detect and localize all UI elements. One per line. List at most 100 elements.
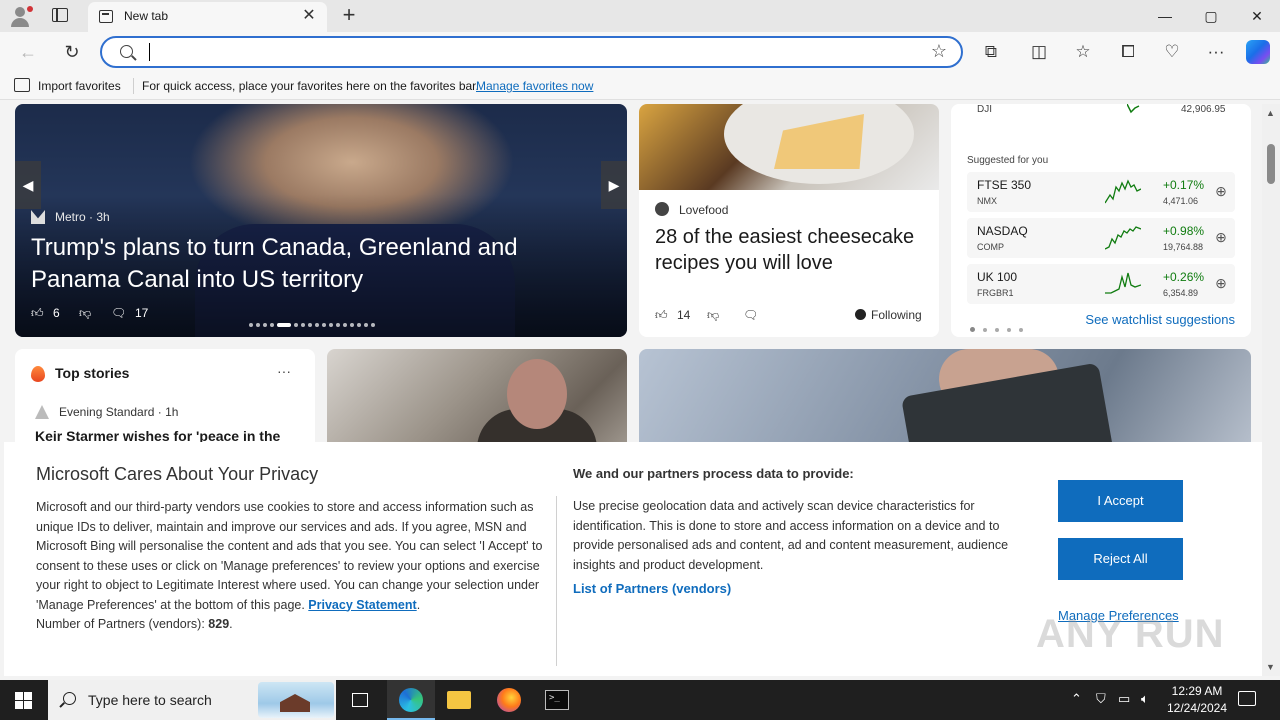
tab-actions-icon[interactable] — [52, 8, 68, 22]
show-hidden-icons-icon[interactable]: ⌃ — [1071, 691, 1082, 707]
search-highlight-image[interactable] — [258, 682, 334, 718]
cheesecake-image — [639, 104, 939, 190]
dislike-icon[interactable]: 👎︎ — [79, 306, 91, 321]
favorites-bar-message: For quick access, place your favorites h… — [142, 79, 479, 93]
like-count: 14 — [677, 308, 691, 322]
manage-favorites-link[interactable]: Manage favorites now — [476, 79, 593, 93]
watchlist-card: DJI 42,906.95 Suggested for you FTSE 350… — [951, 104, 1251, 337]
import-favorites-button[interactable]: Import favorites — [38, 79, 121, 93]
tab-title: New tab — [124, 9, 169, 23]
minimize-button[interactable]: — — [1142, 0, 1188, 32]
copilot-icon[interactable] — [1246, 40, 1270, 64]
story-source: Evening Standard · 1h — [59, 405, 179, 419]
taskbar-search-box[interactable]: Type here to search — [48, 680, 336, 720]
carousel-next-button[interactable]: ▶ — [601, 161, 627, 209]
divider — [556, 496, 557, 666]
taskbar-clock[interactable]: 12:29 AM 12/24/2024 — [1162, 683, 1232, 717]
scroll-up-icon[interactable]: ▲ — [1266, 108, 1275, 118]
like-count: 6 — [53, 306, 60, 320]
stock-row[interactable]: UK 100 FRGBR1 +0.26% 6,354.89 ⊕ — [967, 264, 1235, 304]
hero-headline[interactable]: Trump's plans to turn Canada, Greenland … — [31, 232, 591, 296]
new-tab-button[interactable]: + — [338, 3, 360, 27]
data-processing-title: We and our partners process data to prov… — [573, 466, 854, 481]
close-tab-icon[interactable]: ✕ — [299, 6, 319, 26]
list-of-partners-link[interactable]: List of Partners (vendors) — [573, 581, 731, 596]
hero-source: Metro · 3h — [55, 210, 110, 224]
scroll-thumb[interactable] — [1267, 144, 1275, 184]
carousel-indicator[interactable] — [249, 316, 409, 327]
volume-icon[interactable]: 🔈︎ — [1141, 691, 1149, 707]
lovefood-logo-icon — [655, 202, 669, 216]
suggested-label: Suggested for you — [967, 155, 1049, 166]
evening-standard-logo-icon — [35, 405, 49, 419]
task-view-button[interactable] — [336, 680, 384, 720]
add-to-watchlist-icon[interactable]: ⊕ — [1212, 228, 1230, 246]
comment-count: 17 — [135, 306, 149, 320]
refresh-icon[interactable]: ↻ — [58, 38, 86, 66]
folder-icon — [447, 691, 471, 709]
taskbar-edge[interactable] — [387, 680, 435, 720]
data-processing-description: Use precise geolocation data and activel… — [573, 499, 1009, 572]
add-to-watchlist-icon[interactable]: ⊕ — [1212, 274, 1230, 292]
split-screen-icon[interactable]: ◫ — [1024, 38, 1054, 66]
reject-all-button[interactable]: Reject All — [1058, 538, 1183, 580]
search-icon — [63, 692, 76, 705]
security-icon[interactable]: ⛉ — [1096, 691, 1106, 707]
extensions-icon[interactable]: ⧉ — [976, 38, 1006, 66]
comment-icon[interactable]: 🗨︎ — [111, 306, 126, 320]
profile-icon[interactable] — [8, 4, 33, 28]
stock-row[interactable]: FTSE 350 NMX +0.17% 4,471.06 ⊕ — [967, 172, 1235, 212]
watchlist-suggestions-link[interactable]: See watchlist suggestions — [1085, 312, 1235, 327]
clock-date: 12/24/2024 — [1166, 701, 1228, 715]
more-options-icon[interactable]: ··· — [277, 363, 291, 379]
flame-icon — [31, 366, 45, 382]
windows-taskbar: Type here to search ⌃ ⛉ ▭ 🔈︎ 12:29 AM 12… — [0, 680, 1280, 720]
food-source: Lovefood — [679, 203, 729, 217]
taskbar-terminal[interactable] — [533, 680, 581, 720]
browser-essentials-icon[interactable]: ♡ — [1157, 38, 1187, 66]
stock-sparkline — [1105, 179, 1141, 204]
add-to-watchlist-icon[interactable]: ⊕ — [1212, 182, 1230, 200]
taskbar-file-explorer[interactable] — [435, 680, 483, 720]
address-bar[interactable]: ☆ — [100, 36, 963, 68]
comment-icon[interactable]: 🗨︎ — [743, 308, 758, 322]
cheesecake-news-card[interactable]: Lovefood 28 of the easiest cheesecake re… — [639, 104, 939, 337]
close-window-button[interactable]: ✕ — [1234, 0, 1280, 32]
address-input[interactable] — [148, 42, 908, 62]
accept-button[interactable]: I Accept — [1058, 480, 1183, 522]
collections-icon[interactable]: ⧠ — [1113, 38, 1143, 66]
dislike-icon[interactable]: 👎︎ — [707, 308, 719, 323]
more-icon[interactable]: ··· — [1201, 38, 1231, 66]
tab-new-tab[interactable]: New tab ✕ — [88, 2, 327, 32]
task-view-icon — [352, 693, 368, 707]
network-icon[interactable]: ▭ — [1118, 691, 1130, 707]
page-scrollbar[interactable]: ▲ ▼ — [1262, 104, 1280, 676]
like-icon[interactable]: 👍︎ — [655, 308, 668, 323]
stock-row[interactable]: NASDAQ COMP +0.98% 19,764.88 ⊕ — [967, 218, 1235, 258]
food-headline[interactable]: 28 of the easiest cheesecake recipes you… — [655, 224, 930, 276]
partners-count: 829 — [208, 617, 230, 631]
watchlist-pager[interactable] — [970, 319, 1031, 337]
back-icon[interactable]: ← — [14, 38, 42, 66]
dji-sparkline — [1127, 104, 1140, 114]
favorites-icon[interactable]: ☆ — [1068, 38, 1098, 66]
dji-value: 42,906.95 — [1181, 104, 1226, 115]
privacy-statement-link[interactable]: Privacy Statement — [308, 598, 416, 612]
check-icon — [855, 309, 866, 320]
divider — [133, 78, 134, 94]
clock-time: 12:29 AM — [1171, 684, 1223, 698]
maximize-button[interactable]: ▢ — [1188, 0, 1234, 32]
carousel-prev-button[interactable]: ◀ — [15, 161, 41, 209]
start-button[interactable] — [15, 692, 32, 709]
like-icon[interactable]: 👍︎ — [31, 306, 44, 321]
favorite-star-icon[interactable]: ☆ — [931, 41, 947, 62]
firefox-icon — [497, 688, 521, 712]
import-favorites-icon[interactable] — [14, 78, 30, 92]
notifications-icon[interactable] — [1238, 691, 1256, 706]
taskbar-firefox[interactable] — [485, 680, 533, 720]
following-button[interactable]: Following — [855, 308, 922, 322]
hero-news-card[interactable]: ◀ ▶ Metro · 3h Trump's plans to turn Can… — [15, 104, 627, 337]
text-cursor — [149, 43, 150, 61]
scroll-down-icon[interactable]: ▼ — [1266, 662, 1275, 672]
privacy-title: Microsoft Cares About Your Privacy — [36, 464, 319, 484]
